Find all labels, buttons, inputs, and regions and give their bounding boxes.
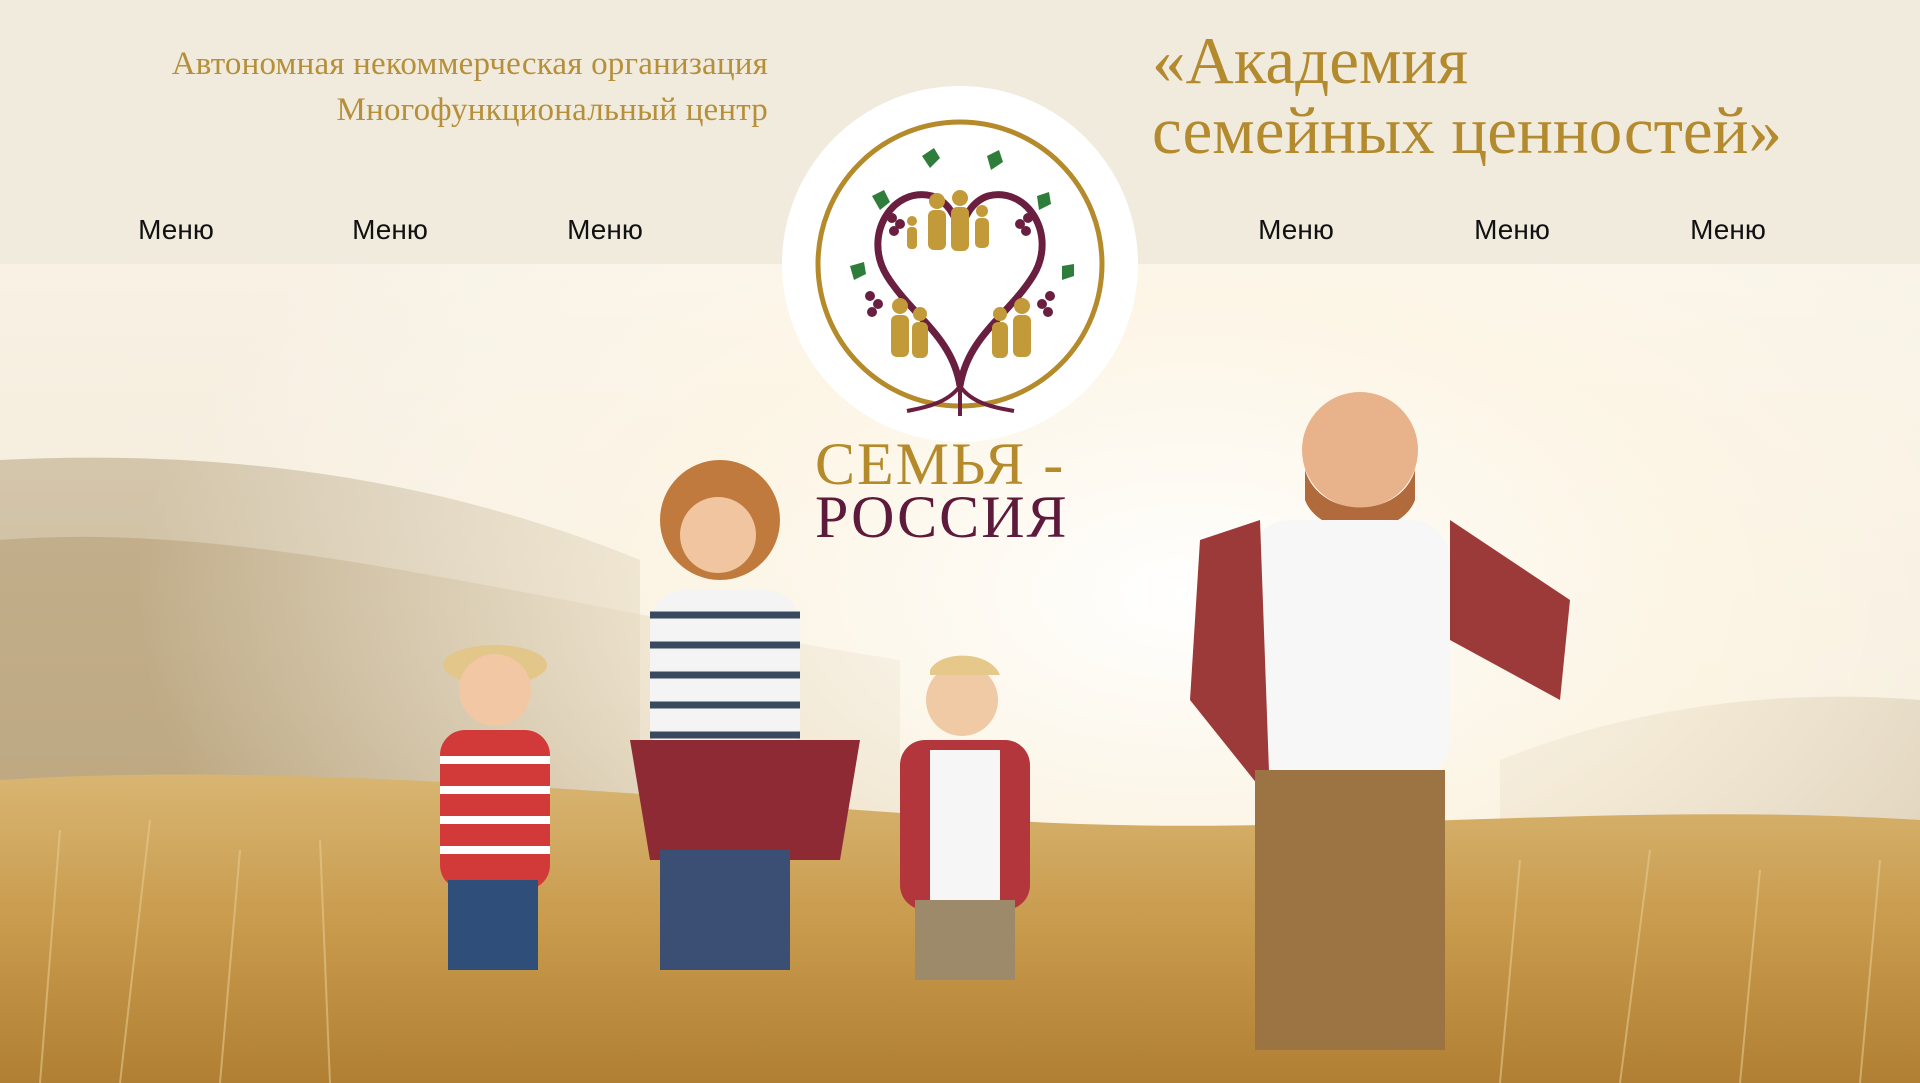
academy-title-line-1: «Академия [1152,24,1469,98]
nav-menu-right-1[interactable]: Меню [1226,214,1366,246]
academy-title-line-2: семейных ценностей» [1152,94,1782,168]
family-tree-icon [815,119,1105,416]
nav-menu-right-2[interactable]: Меню [1442,214,1582,246]
logo-title-line-2: РОССИЯ [815,484,1069,550]
nav-menu-left-3[interactable]: Меню [535,214,675,246]
nav-menu-left-2[interactable]: Меню [320,214,460,246]
org-type-text: Автономная некоммерческая организация [171,46,768,82]
org-subtitle-text: Многофункциональный центр [336,92,768,128]
logo[interactable] [782,86,1138,442]
nav-menu-left-1[interactable]: Меню [106,214,246,246]
nav-menu-right-3[interactable]: Меню [1658,214,1798,246]
